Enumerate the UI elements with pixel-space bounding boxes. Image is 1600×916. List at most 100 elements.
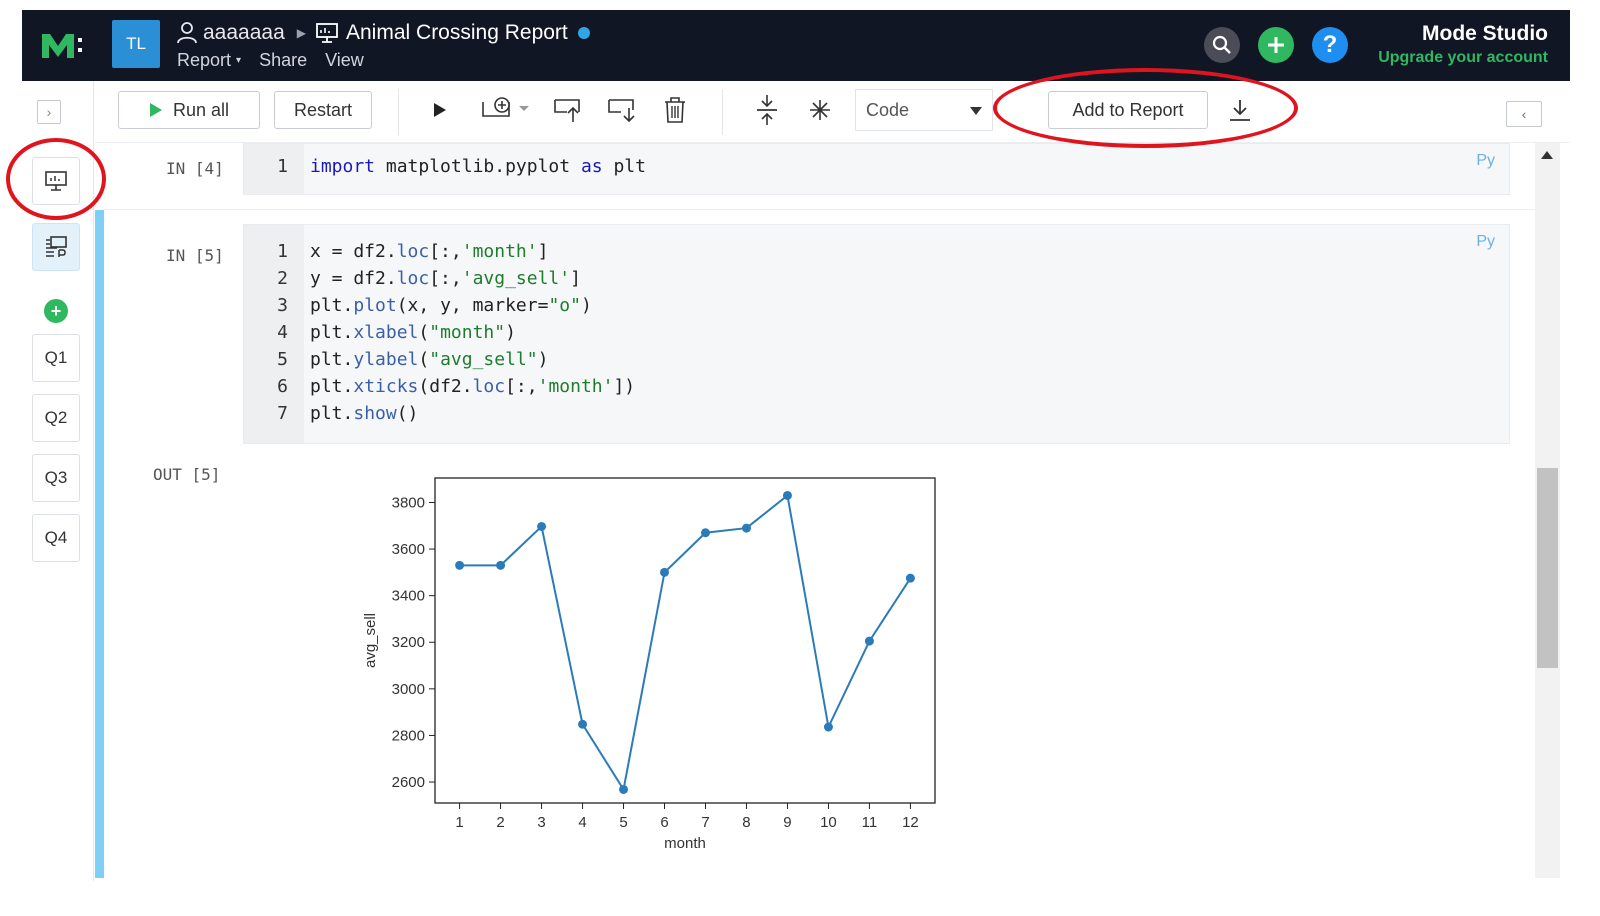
- add-button[interactable]: [1258, 27, 1294, 63]
- x-axis-label: month: [664, 835, 706, 852]
- add-to-report-button[interactable]: Add to Report: [1048, 91, 1208, 129]
- x-tick-label: 2: [496, 814, 504, 831]
- restart-button[interactable]: Restart: [274, 91, 372, 129]
- studio-info: Mode Studio Upgrade your account: [1378, 22, 1548, 67]
- code-line[interactable]: 2 y = df2.loc[:,'avg_sell']: [244, 268, 1509, 295]
- mode-logo-icon[interactable]: [40, 28, 86, 64]
- report-icon: [45, 171, 67, 191]
- line-number: 1: [277, 156, 288, 177]
- notebook-button[interactable]: [32, 223, 80, 271]
- data-point: [741, 523, 751, 533]
- report-title: Animal Crossing Report: [346, 21, 568, 44]
- code-line[interactable]: 7 plt.show(): [244, 403, 1509, 430]
- help-button[interactable]: ?: [1312, 27, 1348, 63]
- expand-sidebar-button[interactable]: ›: [37, 100, 61, 124]
- active-cell-indicator: [95, 210, 104, 878]
- data-point: [619, 784, 629, 794]
- toolbar-divider: [722, 89, 723, 135]
- line-chart: 26002800300032003400360038001 2 3 4 5 6 7 8 9 10 1…: [362, 477, 936, 852]
- menu-report[interactable]: Report ▾: [177, 50, 241, 71]
- restart-label: Restart: [293, 99, 353, 120]
- search-button[interactable]: [1204, 27, 1240, 63]
- scrollbar-thumb[interactable]: [1537, 468, 1558, 668]
- insert-cell-above-button[interactable]: [551, 95, 585, 125]
- collapse-right-panel-button[interactable]: ‹: [1506, 101, 1542, 127]
- query-tab-q1[interactable]: Q1: [32, 334, 80, 382]
- y-axis-label: avg_sell: [362, 613, 379, 668]
- code-line[interactable]: 4 plt.xlabel("month"): [244, 322, 1509, 349]
- top-bar: TL aaaaaaa ▶ Animal Crossing Report Repo…: [22, 10, 1570, 81]
- query-tab-q3[interactable]: Q3: [32, 454, 80, 502]
- x-tick-label: 10: [820, 814, 837, 831]
- plot-output: 2600 2800 3000 3200 3400 3600 3800 1 2 3 4 5 6 7 8 9 10 1…: [345, 463, 945, 868]
- collapse-cells-button[interactable]: [750, 95, 784, 125]
- code-text: x = df2.loc[:,'month']: [310, 241, 549, 262]
- breadcrumb-report[interactable]: Animal Crossing Report: [316, 21, 568, 45]
- line-number: 1: [277, 241, 288, 262]
- code-line[interactable]: 6 plt.xticks(df2.loc[:,'month']): [244, 376, 1509, 403]
- query-tab-q2[interactable]: Q2: [32, 394, 80, 442]
- insert-above-icon: [554, 99, 580, 122]
- cell-divider: [104, 209, 1535, 210]
- add-cell-icon: [482, 97, 529, 117]
- data-point: [578, 719, 588, 729]
- menu-report-label: Report: [177, 50, 232, 70]
- run-all-button[interactable]: Run all: [118, 91, 260, 129]
- y-tick-label: 2600: [392, 774, 425, 791]
- user-name: aaaaaaa: [203, 21, 285, 44]
- code-line[interactable]: 1 x = df2.loc[:,'month']: [244, 241, 1509, 268]
- data-point: [782, 490, 792, 500]
- code-text: plt.xticks(df2.loc[:,'month']): [310, 376, 636, 397]
- code-text: plt.ylabel("avg_sell"): [310, 349, 549, 370]
- add-cell-menu-button[interactable]: [479, 95, 535, 125]
- x-tick-label: 1: [455, 814, 463, 831]
- plus-icon: +: [50, 300, 62, 321]
- collapse-icon: [757, 95, 777, 125]
- search-icon: [1212, 35, 1231, 54]
- code-text: y = df2.loc[:,'avg_sell']: [310, 268, 581, 289]
- code-cell-2[interactable]: Py 1x = df2.loc[:,'month'] 2 y = df2.loc[:…: [243, 224, 1510, 444]
- y-tick-label: 3400: [392, 588, 425, 605]
- x-tick-label: 3: [537, 814, 545, 831]
- y-tick-label: 3600: [392, 541, 425, 558]
- report-builder-button[interactable]: [32, 157, 80, 205]
- interrupt-kernel-button[interactable]: [803, 95, 837, 125]
- user-icon: [177, 22, 197, 44]
- line-number: 7: [277, 403, 288, 424]
- toolbar-divider: [398, 89, 399, 135]
- code-line[interactable]: 3 plt.plot(x, y, marker="o"): [244, 295, 1509, 322]
- data-point: [537, 521, 547, 531]
- code-text: plt.xlabel("month"): [310, 322, 516, 343]
- download-button[interactable]: [1223, 95, 1257, 125]
- add-query-button[interactable]: +: [44, 299, 68, 323]
- data-point: [823, 722, 833, 732]
- line-number: 2: [277, 268, 288, 289]
- status-dot: [577, 27, 590, 39]
- line-number: 5: [277, 349, 288, 370]
- cell-label: IN [4]: [166, 159, 224, 178]
- scrollbar[interactable]: [1535, 143, 1560, 878]
- data-point: [700, 528, 710, 538]
- data-point: [905, 573, 915, 583]
- delete-cell-button[interactable]: [658, 95, 692, 125]
- notebook-content: IN [4] Py 1 import matplotlib.pyplot as p…: [95, 143, 1535, 878]
- avatar[interactable]: TL: [112, 20, 160, 68]
- insert-cell-below-button[interactable]: [605, 95, 639, 125]
- menu-view[interactable]: View: [325, 50, 364, 71]
- code-line[interactable]: 5 plt.ylabel("avg_sell"): [244, 349, 1509, 376]
- code-cell-1[interactable]: Py 1 import matplotlib.pyplot as plt: [243, 143, 1510, 195]
- run-cell-button[interactable]: [423, 95, 457, 125]
- left-rail: › + Q1 Q2 Q3 Q4: [22, 81, 94, 881]
- breadcrumb-user[interactable]: aaaaaaa: [177, 21, 285, 45]
- data-point: [455, 560, 465, 570]
- query-tab-q4[interactable]: Q4: [32, 514, 80, 562]
- x-tick-label: 4: [578, 814, 586, 831]
- menu-share[interactable]: Share: [259, 50, 307, 71]
- upgrade-link[interactable]: Upgrade your account: [1378, 49, 1548, 67]
- code-line[interactable]: 1 import matplotlib.pyplot as plt: [244, 156, 1509, 183]
- cell-type-select[interactable]: Code: [855, 89, 993, 131]
- scroll-up-arrow-icon[interactable]: [1541, 151, 1553, 159]
- x-tick-label: 9: [783, 814, 791, 831]
- plus-icon: [1268, 37, 1284, 53]
- data-point: [496, 560, 506, 570]
